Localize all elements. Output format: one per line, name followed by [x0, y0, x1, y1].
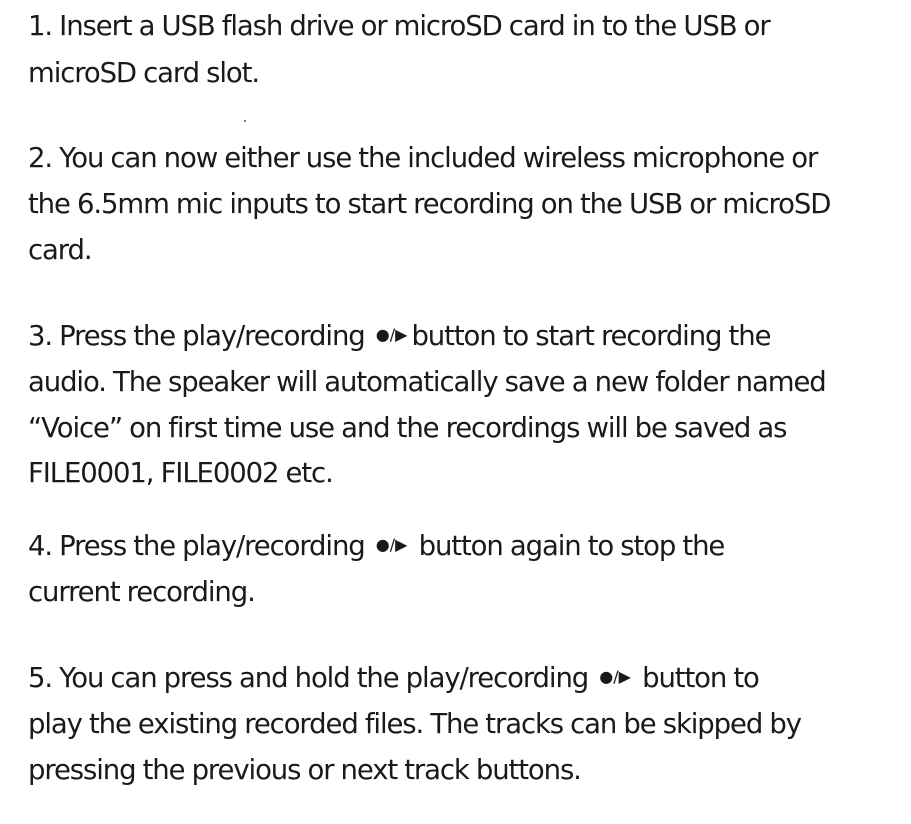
instruction-page: 1. Insert a USB flash drive or microSD c… — [0, 0, 911, 824]
step-5-line-3: pressing the previous or next track butt… — [28, 754, 582, 786]
step-1-line-2: microSD card slot. — [28, 57, 260, 89]
step-3-line-1: 3. Press the play/recording ●/▶ button to… — [28, 320, 771, 352]
stray-dot — [244, 120, 246, 122]
record-play-icon: ●/▶ — [375, 325, 408, 344]
step-3-line-4: FILE0001, FILE0002 etc. — [28, 457, 334, 489]
step-4-text-after: button again to stop the — [411, 530, 726, 562]
step-5-text-after: button to — [634, 662, 760, 694]
step-4-text-before: 4. Press the play/recording — [28, 530, 366, 562]
step-3-text-before: 3. Press the play/recording — [28, 320, 366, 352]
step-2-line-2: the 6.5mm mic inputs to start recording … — [28, 188, 831, 220]
step-2-line-3: card. — [28, 234, 93, 266]
step-5-line-1: 5. You can press and hold the play/recor… — [28, 662, 760, 694]
step-3-line-3: “Voice” on first time use and the record… — [28, 412, 787, 444]
step-2-line-1: 2. You can now either use the included w… — [28, 142, 818, 174]
step-3-line-2: audio. The speaker will automatically sa… — [28, 366, 827, 398]
record-play-icon: ●/▶ — [375, 535, 408, 554]
step-3-text-after: button to start recording the — [411, 320, 771, 352]
step-4-line-1: 4. Press the play/recording ●/▶ button a… — [28, 530, 726, 562]
step-5-text-before: 5. You can press and hold the play/recor… — [28, 662, 589, 694]
step-4-line-2: current recording. — [28, 576, 256, 608]
step-1-line-1: 1. Insert a USB flash drive or microSD c… — [28, 10, 771, 42]
record-play-icon: ●/▶ — [599, 667, 631, 686]
step-5-line-2: play the existing recorded files. The tr… — [28, 708, 802, 740]
